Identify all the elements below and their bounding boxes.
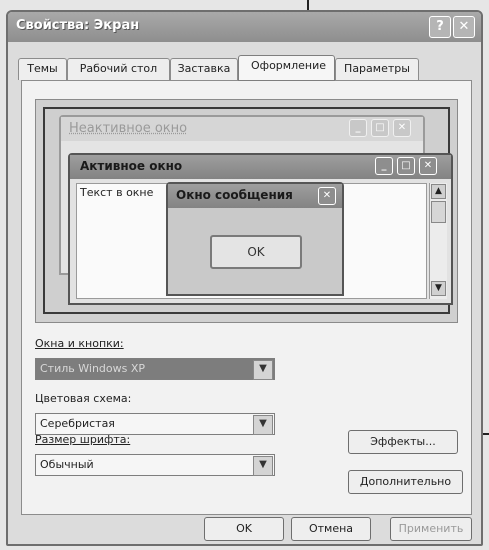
chevron-down-icon[interactable]: ▼	[253, 415, 273, 435]
advanced-button[interactable]: Дополнительно	[348, 470, 463, 494]
maximize-icon: □	[397, 157, 415, 175]
minimize-icon: _	[349, 119, 367, 137]
scroll-thumb	[431, 201, 446, 223]
minimize-icon: _	[375, 157, 393, 175]
tab-themes[interactable]: Темы	[18, 58, 67, 80]
font-size-select[interactable]: Обычный ▼	[35, 454, 275, 476]
inactive-title-bar: Неактивное окно _ □ ✕	[61, 117, 423, 141]
maximize-icon: □	[371, 119, 389, 137]
active-window-title: Активное окно	[80, 159, 183, 173]
window-title: Свойства: Экран	[16, 18, 140, 33]
color-scheme-value: Серебристая	[40, 417, 115, 430]
chevron-down-icon[interactable]: ▼	[253, 360, 273, 380]
cancel-button[interactable]: Отмена	[291, 517, 371, 541]
font-size-label: Размер шрифта:	[35, 433, 131, 446]
window-text: Текст в окне	[80, 186, 154, 199]
scroll-up-icon: ▲	[431, 184, 446, 199]
tab-desktop[interactable]: Рабочий стол	[67, 58, 170, 80]
color-scheme-label: Цветовая схема:	[35, 392, 132, 405]
ok-button[interactable]: OK	[204, 517, 284, 541]
message-box-title: Окно сообщения	[176, 188, 293, 202]
message-title-bar: Окно сообщения ✕	[168, 184, 342, 208]
close-icon: ✕	[419, 157, 437, 175]
tab-settings[interactable]: Параметры	[335, 58, 419, 80]
color-scheme-select[interactable]: Серебристая ▼	[35, 413, 275, 435]
close-button[interactable]: ✕	[453, 16, 475, 38]
tab-screensaver[interactable]: Заставка	[170, 58, 238, 80]
close-icon: ✕	[318, 187, 336, 205]
preview-ok-button: OK	[210, 235, 302, 269]
scroll-down-icon: ▼	[431, 281, 446, 296]
chevron-down-icon[interactable]: ▼	[253, 456, 273, 476]
tab-appearance[interactable]: Оформление	[238, 55, 335, 81]
message-box-preview: Окно сообщения ✕ OK	[166, 182, 344, 296]
display-properties-window: Свойства: Экран ? ✕ Темы Рабочий стол За…	[6, 10, 483, 546]
effects-button[interactable]: Эффекты...	[348, 430, 458, 454]
apply-button[interactable]: Применить	[390, 517, 472, 541]
inactive-window-title: Неактивное окно	[69, 121, 188, 136]
preview-scrollbar: ▲ ▼	[429, 183, 447, 299]
windows-buttons-select[interactable]: Стиль Windows XP ▼	[35, 358, 275, 380]
font-size-value: Обычный	[40, 458, 94, 471]
title-bar[interactable]: Свойства: Экран ? ✕	[8, 12, 481, 42]
close-icon: ✕	[393, 119, 411, 137]
windows-buttons-value: Стиль Windows XP	[40, 362, 146, 375]
active-title-bar: Активное окно _ □ ✕	[70, 155, 451, 179]
windows-buttons-label: Окна и кнопки:	[35, 337, 124, 350]
help-button[interactable]: ?	[429, 16, 451, 38]
